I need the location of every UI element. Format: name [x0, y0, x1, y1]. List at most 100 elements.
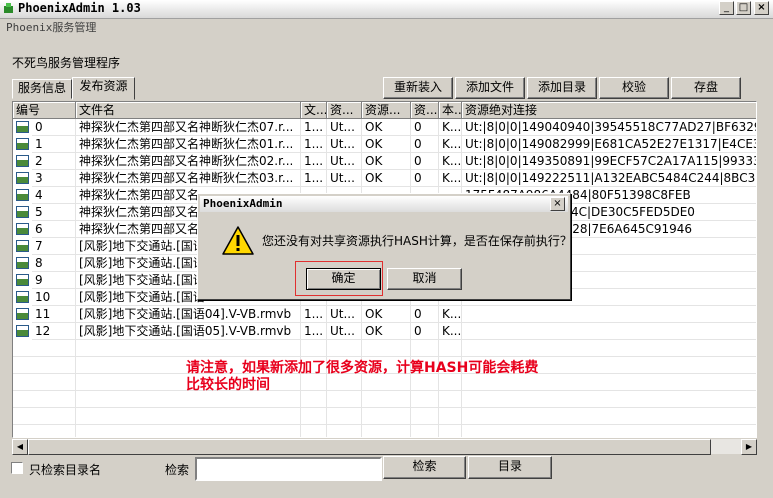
confirm-dialog: PhoenixAdmin × 您还没有对共享资源执行HASH计算，是否在保存前执…: [197, 193, 572, 300]
add-file-button[interactable]: 添加文件: [455, 77, 525, 99]
search-label: 检索: [165, 463, 190, 477]
column-header[interactable]: 资...: [411, 102, 439, 119]
table-cell: 11: [32, 306, 76, 323]
table-row[interactable]: 2 神探狄仁杰第四部又名神断狄仁杰02.r... 1... Ut... OK 0 K... U…: [13, 153, 756, 170]
table-row[interactable]: 11 [风影]地下交通站.[国语04].V-VB.rmvb 1... Ut... OK 0…: [13, 306, 756, 323]
file-icon: [16, 172, 29, 184]
cancel-button[interactable]: 取消: [387, 268, 462, 290]
file-icon: [16, 308, 29, 320]
table-cell: Ut...: [327, 119, 362, 136]
table-cell: 神探狄仁杰第四部又名神断狄仁杰03.r...: [76, 170, 301, 187]
table-cell: 1...: [301, 119, 327, 136]
table-cell: Ut...: [327, 170, 362, 187]
table-cell: OK: [362, 119, 411, 136]
file-icon: [16, 121, 29, 133]
horizontal-scrollbar[interactable]: ◀ ▶: [12, 438, 757, 455]
add-directory-button[interactable]: 添加目录: [527, 77, 597, 99]
empty-cell: [362, 408, 411, 425]
table-cell: 0: [411, 170, 439, 187]
table-cell: K...: [439, 306, 462, 323]
directory-button[interactable]: 目录: [468, 456, 552, 479]
column-header[interactable]: 资源...: [362, 102, 411, 119]
empty-cell: [462, 340, 756, 357]
table-cell: 1...: [301, 136, 327, 153]
table-cell: K...: [439, 323, 462, 340]
empty-cell: [13, 425, 76, 437]
dialog-message: 您还没有对共享资源执行HASH计算，是否在保存前执行？: [262, 234, 572, 248]
table-row[interactable]: 12 [风影]地下交通站.[国语05].V-VB.rmvb 1... Ut... OK 0…: [13, 323, 756, 340]
empty-cell: [301, 408, 327, 425]
table-cell: [462, 306, 756, 323]
file-icon: [16, 155, 29, 167]
scroll-right-arrow[interactable]: ▶: [741, 439, 757, 455]
empty-cell: [462, 408, 756, 425]
tab-publish-resources[interactable]: 发布资源: [72, 77, 135, 100]
table-cell: 0: [411, 153, 439, 170]
table-cell: Ut...: [327, 323, 362, 340]
only-dir-checkbox[interactable]: [11, 462, 23, 474]
empty-cell: [462, 425, 756, 437]
table-cell: 0: [411, 323, 439, 340]
save-button[interactable]: 存盘: [671, 77, 741, 99]
file-icon: [16, 240, 29, 252]
empty-cell: [76, 340, 301, 357]
dialog-title-bar: PhoenixAdmin ×: [200, 196, 568, 212]
verify-button[interactable]: 校验: [599, 77, 669, 99]
table-cell: Ut...: [327, 136, 362, 153]
table-cell: 8: [32, 255, 76, 272]
table-cell: Ut:|8|0|0|149222511|A132EABC5484C244|8BC…: [462, 170, 756, 187]
table-cell: Ut...: [327, 153, 362, 170]
table-row[interactable]: 1 神探狄仁杰第四部又名神断狄仁杰01.r... 1... Ut... OK 0 K... U…: [13, 136, 756, 153]
table-cell: K...: [439, 170, 462, 187]
file-icon: [16, 257, 29, 269]
scroll-thumb[interactable]: [28, 439, 711, 455]
empty-cell: [327, 425, 362, 437]
app-icon: [4, 3, 13, 13]
empty-cell: [301, 340, 327, 357]
empty-cell: [76, 425, 301, 437]
scroll-left-arrow[interactable]: ◀: [12, 439, 28, 455]
only-dir-label: 只检索目录名: [29, 463, 102, 477]
table-cell: 9: [32, 272, 76, 289]
empty-cell: [439, 408, 462, 425]
table-cell: 1: [32, 136, 76, 153]
search-button[interactable]: 检索: [383, 456, 466, 479]
maximize-button[interactable]: □: [736, 1, 751, 15]
column-header[interactable]: 文件名: [76, 102, 301, 119]
column-header[interactable]: 本...: [439, 102, 462, 119]
empty-row: [13, 340, 756, 357]
empty-cell: [327, 340, 362, 357]
search-input[interactable]: [195, 457, 382, 481]
empty-cell: [76, 408, 301, 425]
empty-cell: [411, 340, 439, 357]
dialog-close-button[interactable]: ×: [550, 197, 565, 211]
table-cell: Ut:|8|0|0|149082999|E681CA52E27E1317|E4C…: [462, 136, 756, 153]
empty-cell: [411, 408, 439, 425]
reload-button[interactable]: 重新装入: [383, 77, 453, 99]
file-icon: [16, 325, 29, 337]
column-header[interactable]: 编号: [13, 102, 76, 119]
file-icon: [16, 274, 29, 286]
minimize-button[interactable]: _: [719, 1, 734, 15]
table-cell: 1...: [301, 323, 327, 340]
table-row[interactable]: 0 神探狄仁杰第四部又名神断狄仁杰07.r... 1... Ut... OK 0 K... U…: [13, 119, 756, 136]
table-cell: 0: [411, 136, 439, 153]
file-icon: [16, 291, 29, 303]
column-header[interactable]: 资源绝对连接: [462, 102, 756, 119]
table-cell: K...: [439, 153, 462, 170]
column-header[interactable]: 文...: [301, 102, 327, 119]
column-header[interactable]: 资...: [327, 102, 362, 119]
table-cell: [风影]地下交通站.[国语05].V-VB.rmvb: [76, 323, 301, 340]
table-cell: 12: [32, 323, 76, 340]
empty-cell: [439, 340, 462, 357]
table-row[interactable]: 3 神探狄仁杰第四部又名神断狄仁杰03.r... 1... Ut... OK 0 K... U…: [13, 170, 756, 187]
table-cell: OK: [362, 136, 411, 153]
dialog-title: PhoenixAdmin: [203, 197, 283, 210]
table-cell: 0: [32, 119, 76, 136]
empty-cell: [301, 425, 327, 437]
file-icon: [16, 223, 29, 235]
tab-service-info[interactable]: 服务信息: [12, 79, 72, 99]
table-cell: 4: [32, 187, 76, 204]
close-button[interactable]: ×: [754, 1, 769, 15]
empty-cell: [13, 340, 76, 357]
